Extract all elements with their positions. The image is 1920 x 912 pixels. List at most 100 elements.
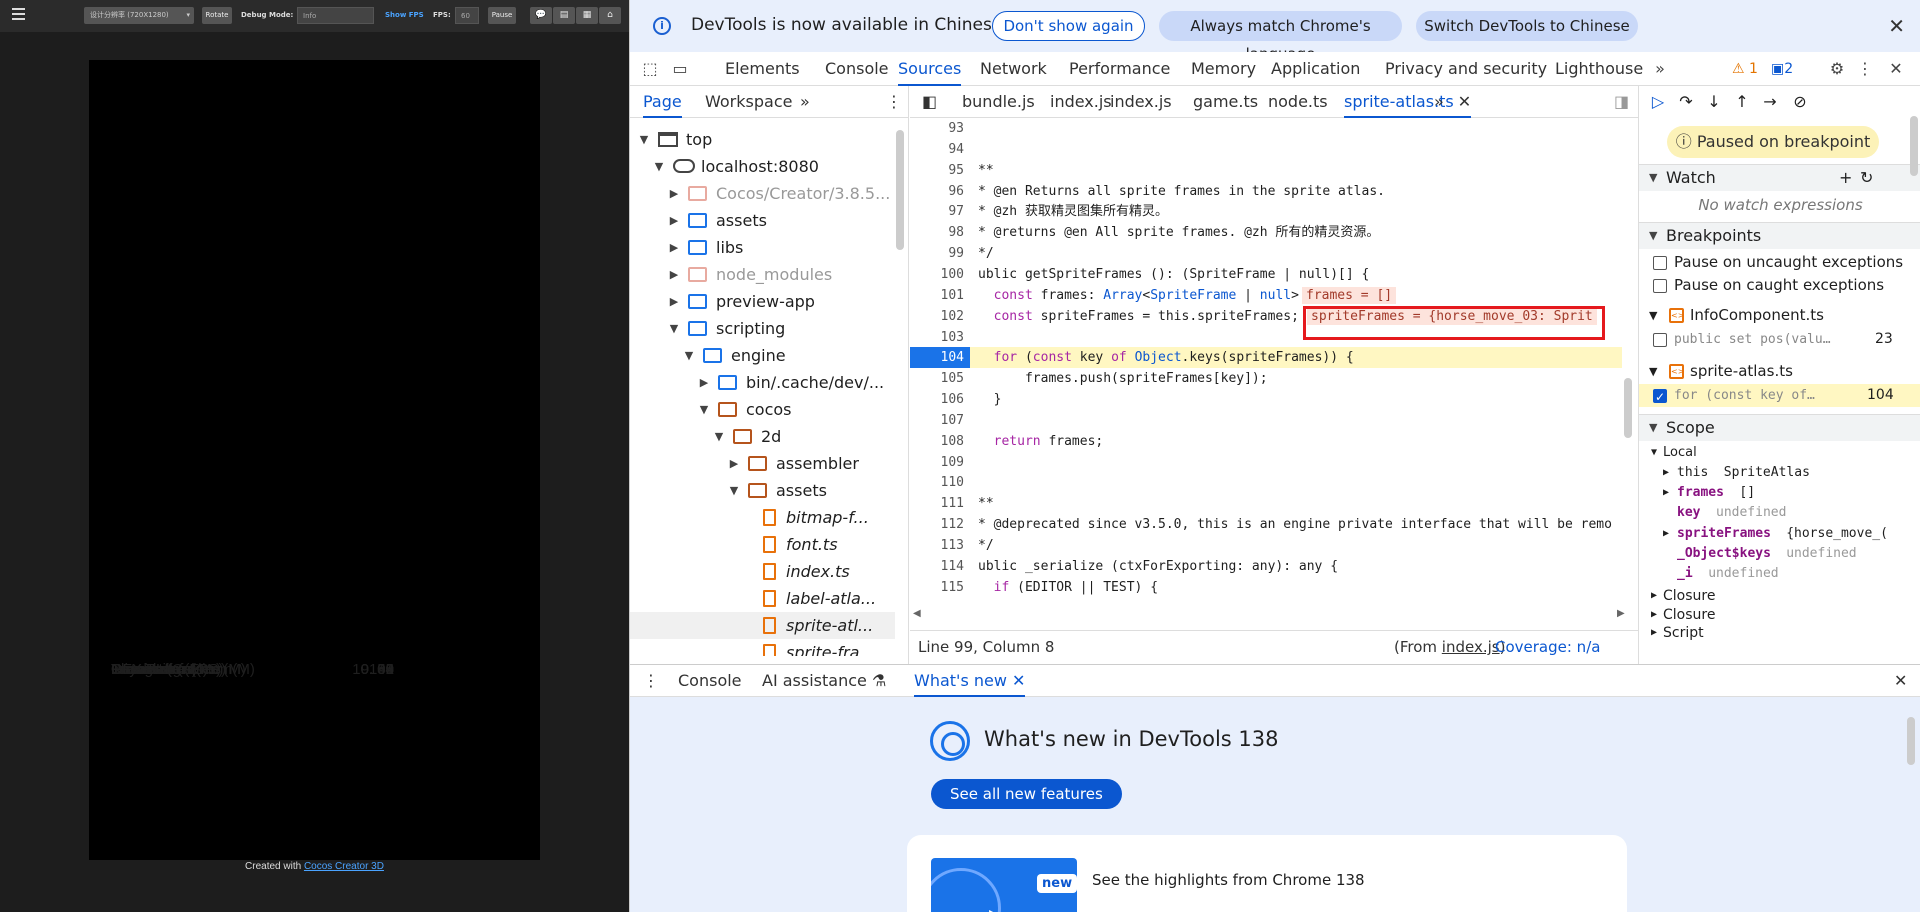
- debugger-scrollbar[interactable]: [1910, 116, 1918, 176]
- debug-mode-input[interactable]: Info: [297, 7, 374, 24]
- game-canvas[interactable]: [89, 60, 540, 860]
- code-line[interactable]: 110: [910, 472, 1622, 493]
- editor-tab[interactable]: index.js: [1050, 86, 1112, 118]
- tree-item[interactable]: ▼ localhost:8080: [630, 153, 895, 180]
- device-toolbar-icon[interactable]: ▭: [668, 52, 692, 86]
- caret-down-icon[interactable]: ▼: [668, 315, 680, 342]
- code-line[interactable]: 111 **: [910, 493, 1622, 514]
- line-number[interactable]: 100: [910, 264, 964, 285]
- line-number[interactable]: 102: [910, 306, 964, 327]
- code-line[interactable]: 94: [910, 139, 1622, 160]
- scope-variable[interactable]: _Object$keys undefined: [1639, 544, 1920, 564]
- refresh-icon[interactable]: ↻: [1860, 165, 1873, 191]
- deactivate-breakpoints-icon[interactable]: ⊘: [1789, 90, 1811, 114]
- line-number[interactable]: 101: [910, 285, 964, 306]
- code-line[interactable]: 95 **: [910, 160, 1622, 181]
- settings-gear-icon[interactable]: ⚙: [1825, 52, 1849, 86]
- code-line[interactable]: 115 if (EDITOR || TEST) {: [910, 577, 1622, 598]
- line-number[interactable]: 114: [910, 556, 964, 577]
- scroll-right-icon[interactable]: ▶: [1617, 608, 1625, 619]
- line-number[interactable]: 110: [910, 472, 964, 493]
- code-line[interactable]: 100 ublic getSpriteFrames (): (SpriteFram…: [910, 264, 1622, 285]
- tab-network[interactable]: Network: [980, 52, 1047, 86]
- tree-item[interactable]: ▼ scripting: [630, 315, 895, 342]
- editor-tab[interactable]: node.ts: [1268, 86, 1328, 118]
- step-into-icon[interactable]: ↓: [1703, 90, 1725, 114]
- always-match-language-button[interactable]: Always match Chrome's language: [1159, 11, 1402, 63]
- line-number[interactable]: 99: [910, 243, 964, 264]
- fps-input[interactable]: 60: [455, 7, 479, 24]
- breakpoint-checkbox[interactable]: [1653, 333, 1667, 347]
- scroll-left-icon[interactable]: ◀: [913, 608, 921, 619]
- see-all-features-button[interactable]: See all new features: [931, 779, 1122, 809]
- drawer-scrollbar[interactable]: [1907, 717, 1915, 765]
- code-line[interactable]: 98 * @returns @en All sprite frames. @zh …: [910, 222, 1622, 243]
- tree-item[interactable]: ▶ node_modules: [630, 261, 895, 288]
- line-number[interactable]: 105: [910, 368, 964, 389]
- show-fps-toggle[interactable]: Show FPS: [385, 7, 424, 24]
- caret-right-icon[interactable]: ▶: [728, 450, 740, 477]
- tree-item[interactable]: ▶ libs: [630, 234, 895, 261]
- line-number[interactable]: 111: [910, 493, 964, 514]
- tree-item[interactable]: ▶ preview-app: [630, 288, 895, 315]
- scope-variable[interactable]: ▶ frames []: [1639, 483, 1920, 503]
- pause-button[interactable]: Pause: [488, 7, 516, 24]
- pause-caught-option[interactable]: Pause on caught exceptions: [1639, 274, 1920, 297]
- caret-down-icon[interactable]: ▼: [728, 477, 740, 504]
- scope-group[interactable]: ▶ Closure: [1639, 605, 1920, 625]
- code-area[interactable]: 93 94 95 ** 96 * @en Returns all sprite frame…: [910, 118, 1638, 598]
- line-number[interactable]: 107: [910, 410, 964, 431]
- drawer-tab-ai-assistance[interactable]: AI assistance ⚗: [762, 665, 886, 697]
- code-line[interactable]: 101 const frames: Array<SpriteFrame | nu…: [910, 285, 1622, 306]
- tab-application[interactable]: Application: [1271, 52, 1360, 86]
- step-over-icon[interactable]: ↷: [1675, 90, 1697, 114]
- video-thumbnail[interactable]: ▶ new: [931, 858, 1077, 912]
- close-drawer-icon[interactable]: ✕: [1894, 665, 1907, 697]
- home-icon[interactable]: ⌂: [599, 7, 621, 24]
- tree-item[interactable]: font.ts: [630, 531, 895, 558]
- scope-variable[interactable]: _i undefined: [1639, 564, 1920, 584]
- code-line[interactable]: 96 * @en Returns all sprite frames in the…: [910, 181, 1622, 202]
- code-line[interactable]: 93: [910, 118, 1622, 139]
- scope-local[interactable]: ▼ Local: [1639, 443, 1920, 463]
- tree-item[interactable]: sprite-fra...: [630, 639, 895, 656]
- scope-section-header[interactable]: ▼ Scope: [1639, 414, 1920, 441]
- tab-elements[interactable]: Elements: [725, 52, 800, 86]
- more-navigator-tabs-icon[interactable]: »: [800, 86, 810, 118]
- resolution-select[interactable]: 设计分辨率 (720X1280) ▾: [84, 7, 194, 24]
- tab-privacy-and-security[interactable]: Privacy and security: [1385, 52, 1547, 86]
- tree-item[interactable]: ▶ Cocos/Creator/3.8.5...: [630, 180, 895, 207]
- chat-icon[interactable]: 💬: [530, 7, 552, 24]
- line-number[interactable]: 108: [910, 431, 964, 452]
- code-line[interactable]: 106 }: [910, 389, 1622, 410]
- highlights-card[interactable]: ▶ new See the highlights from Chrome 138: [907, 835, 1627, 912]
- code-line[interactable]: 99 */: [910, 243, 1622, 264]
- caret-down-icon[interactable]: ▼: [713, 423, 725, 450]
- grid-icon[interactable]: ▦: [576, 7, 598, 24]
- code-line[interactable]: 104 for (const key of Object.keys(sprite…: [910, 347, 1622, 369]
- highlights-text[interactable]: See the highlights from Chrome 138: [1092, 871, 1365, 889]
- breakpoint-item-active[interactable]: for (const key of… 104: [1639, 384, 1920, 409]
- coverage-status[interactable]: Coverage: n/a: [1495, 631, 1600, 663]
- navigator-scrollbar[interactable]: [896, 130, 904, 250]
- caret-right-icon[interactable]: ▶: [1663, 483, 1669, 503]
- more-editor-tabs-icon[interactable]: »: [1434, 86, 1444, 118]
- more-tabs-icon[interactable]: »: [1650, 52, 1670, 86]
- line-number[interactable]: 112: [910, 514, 964, 535]
- add-watch-icon[interactable]: +: [1839, 165, 1852, 191]
- tree-item[interactable]: ▼ assets: [630, 477, 895, 504]
- line-number[interactable]: 94: [910, 139, 964, 160]
- code-line[interactable]: 97 * @zh 获取精灵图集所有精灵。: [910, 201, 1622, 222]
- caret-right-icon[interactable]: ▶: [668, 234, 680, 261]
- caret-down-icon[interactable]: ▼: [653, 153, 665, 180]
- line-number[interactable]: 96: [910, 181, 964, 202]
- more-options-icon[interactable]: ⋮: [1856, 52, 1874, 86]
- pause-uncaught-option[interactable]: Pause on uncaught exceptions: [1639, 251, 1920, 274]
- tab-memory[interactable]: Memory: [1191, 52, 1256, 86]
- line-number[interactable]: 95: [910, 160, 964, 181]
- line-number[interactable]: 106: [910, 389, 964, 410]
- rotate-button[interactable]: Rotate: [202, 7, 232, 24]
- menu-icon[interactable]: [12, 8, 25, 20]
- close-devtools-icon[interactable]: ✕: [1886, 52, 1906, 86]
- navigator-menu-icon[interactable]: ⋮: [886, 86, 902, 118]
